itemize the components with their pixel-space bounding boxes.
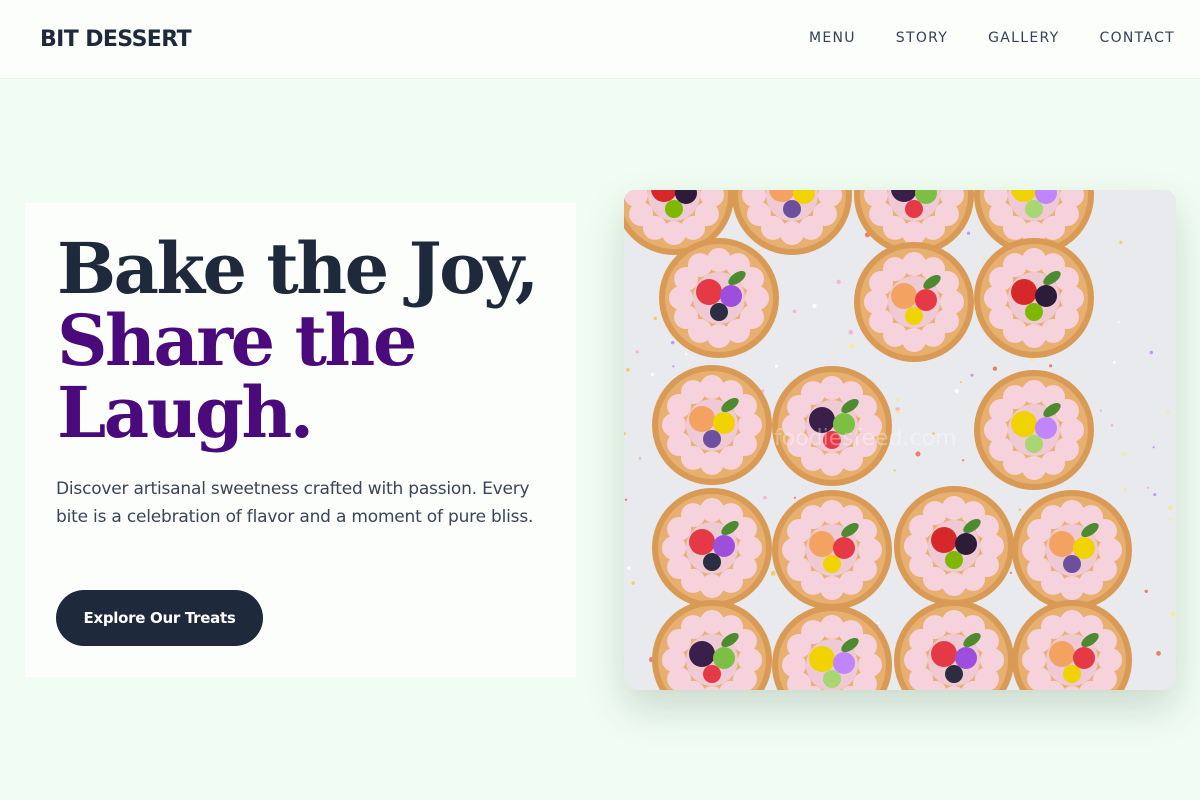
tart-mark xyxy=(772,490,892,610)
tart-mark xyxy=(659,238,779,358)
explore-treats-button[interactable]: Explore Our Treats xyxy=(56,590,263,646)
headline-line-1: Bake the Joy, xyxy=(57,227,539,310)
watermark-text: foodiesfeed.com xyxy=(774,426,957,451)
nav-link-contact[interactable]: CONTACT xyxy=(1100,30,1176,46)
nav-link-gallery[interactable]: GALLERY xyxy=(988,30,1059,46)
tart-mark xyxy=(894,486,1014,606)
hero-description: Discover artisanal sweetness crafted wit… xyxy=(56,479,534,527)
headline-line-3: Laugh. xyxy=(57,371,314,454)
headline-line-2: Share the xyxy=(57,299,417,382)
tart-mark xyxy=(1012,490,1132,610)
site-header: BIT DESSERT MENU STORY GALLERY CONTACT xyxy=(0,0,1200,79)
tart-mark xyxy=(854,242,974,362)
nav-link-menu[interactable]: MENU xyxy=(809,30,856,46)
tarts-illustration: foodiesfeed.com xyxy=(624,190,1176,690)
nav-link-story[interactable]: STORY xyxy=(896,30,948,46)
brand-logo[interactable]: BIT DESSERT xyxy=(40,27,192,52)
hero-headline: Bake the Joy, Share the Laugh. xyxy=(57,233,557,449)
main-nav: MENU STORY GALLERY CONTACT xyxy=(769,30,1175,46)
hero-image: foodiesfeed.com xyxy=(624,190,1176,690)
tart-mark xyxy=(652,365,772,485)
tart-mark xyxy=(974,238,1094,358)
tart-mark xyxy=(974,370,1094,490)
tart-mark xyxy=(652,488,772,608)
